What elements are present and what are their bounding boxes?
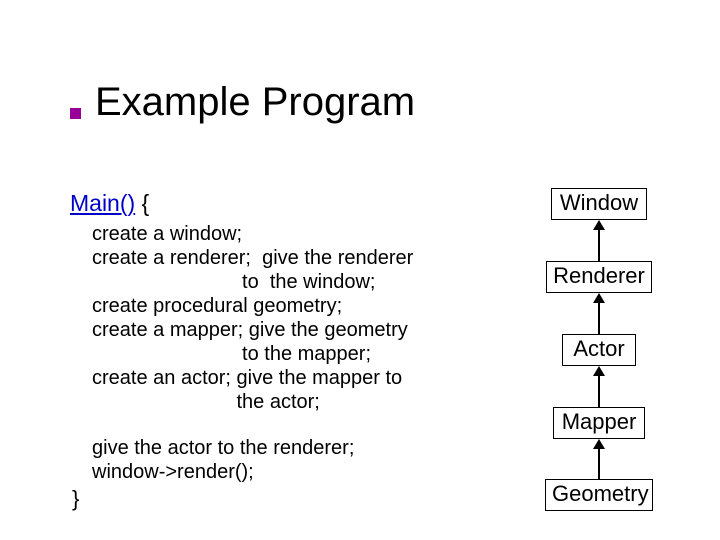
title-bullet-icon: [70, 108, 81, 119]
code-body-2: give the actor to the renderer; window->…: [92, 436, 354, 484]
arrow-stem: [598, 303, 600, 334]
slide-title: Example Program: [95, 80, 415, 125]
arrow-stem: [598, 449, 600, 480]
main-fn-link[interactable]: Main(): [70, 190, 135, 216]
arrow-up-icon: [593, 293, 605, 303]
diagram-box-mapper: Mapper: [553, 407, 645, 439]
main-declaration: Main() {: [70, 190, 149, 217]
arrow-stem: [598, 376, 600, 407]
arrow-up-icon: [593, 366, 605, 376]
slide: Example Program Main() { create a window…: [0, 0, 720, 540]
diagram-box-actor: Actor: [562, 334, 636, 366]
arrow-up-icon: [593, 220, 605, 230]
arrow-stem: [598, 230, 600, 261]
open-brace: {: [135, 190, 149, 216]
diagram-box-window: Window: [551, 188, 647, 220]
code-body-1: create a window; create a renderer; give…: [92, 222, 413, 414]
arrow-up-icon: [593, 439, 605, 449]
close-brace: }: [72, 486, 79, 512]
diagram-box-renderer: Renderer: [546, 261, 652, 293]
diagram-box-geometry: Geometry: [545, 479, 653, 511]
